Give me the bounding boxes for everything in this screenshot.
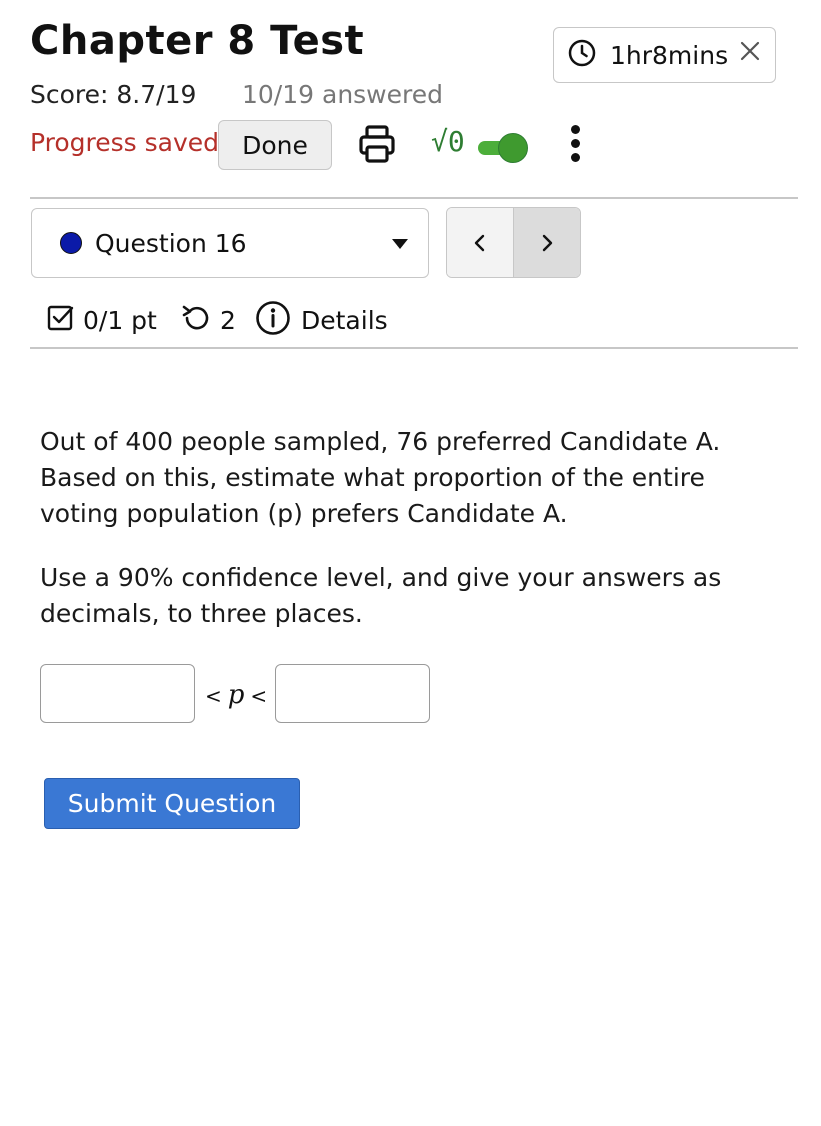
p-variable: p (227, 680, 245, 710)
retry-icon (180, 303, 212, 337)
question-select-label: Question 16 (95, 228, 247, 258)
close-icon[interactable] (739, 40, 761, 66)
points-text: 0/1 pt (83, 305, 157, 335)
math-editor-toggle[interactable] (476, 132, 532, 163)
retries-info: 2 (180, 300, 236, 340)
next-question-button[interactable] (514, 208, 580, 277)
question-paragraph-2: Use a 90% confidence level, and give you… (40, 563, 722, 628)
page-title: Chapter 8 Test (30, 18, 365, 64)
lower-bound-input[interactable] (40, 664, 195, 723)
checkbox-icon (47, 304, 75, 336)
printer-icon[interactable] (358, 124, 396, 168)
less-than-sign: < (205, 684, 222, 708)
clock-icon (568, 39, 596, 71)
points-info: 0/1 pt (47, 300, 157, 340)
math-editor-icon: √0 (431, 125, 465, 158)
score-text: Score: 8.7/19 (30, 80, 197, 109)
question-status-dot (60, 232, 82, 254)
more-vertical-icon[interactable] (566, 124, 586, 164)
timer-badge[interactable]: 1hr8mins (553, 27, 776, 83)
question-paragraph-1: Out of 400 people sampled, 76 preferred … (40, 427, 721, 528)
question-nav-buttons (446, 207, 581, 278)
previous-question-button[interactable] (447, 208, 514, 277)
chevron-right-icon (542, 234, 553, 251)
upper-bound-input[interactable] (275, 664, 430, 723)
answered-count: 10/19 answered (242, 80, 443, 109)
submit-question-button[interactable]: Submit Question (44, 778, 300, 829)
divider (30, 197, 798, 199)
timer-text: 1hr8mins (610, 40, 729, 70)
details-label: Details (301, 305, 388, 335)
done-button[interactable]: Done (218, 120, 332, 170)
retries-count: 2 (220, 305, 236, 335)
question-body: Out of 400 people sampled, 76 preferred … (40, 424, 780, 632)
divider (30, 347, 798, 349)
toggle-knob (498, 133, 528, 163)
question-select[interactable]: Question 16 (31, 208, 429, 278)
less-than-sign: < (250, 684, 268, 708)
chevron-left-icon (474, 234, 485, 251)
info-icon (255, 300, 291, 340)
details-link[interactable]: Details (255, 300, 388, 340)
inequality-label: < p < (205, 680, 267, 710)
progress-status: Progress saved (30, 128, 220, 157)
caret-down-icon (392, 239, 408, 249)
